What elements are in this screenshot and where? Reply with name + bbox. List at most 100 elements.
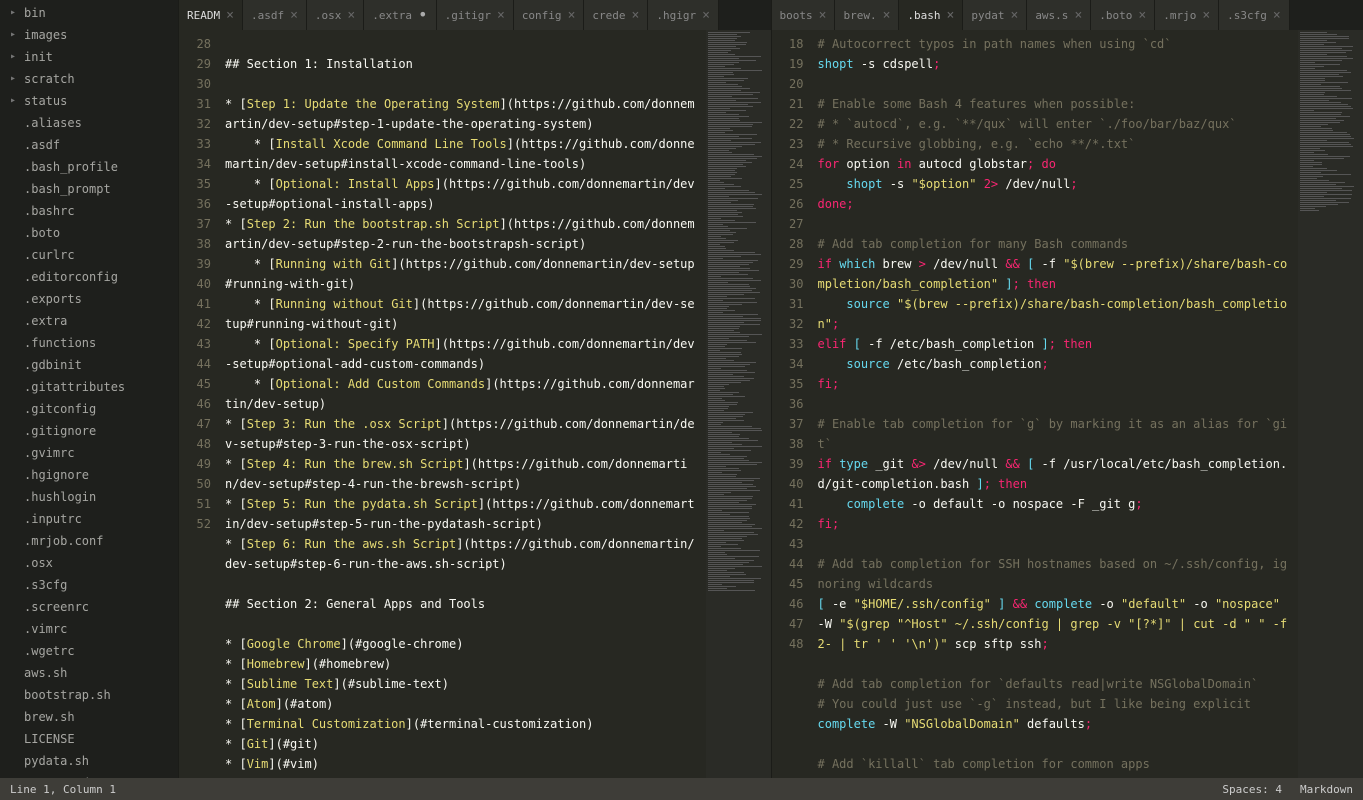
code-line[interactable]: # Enable tab completion for `g` by marki…	[818, 414, 1293, 454]
file-item[interactable]: .gitconfig	[0, 398, 178, 420]
file-item[interactable]: .wgetrc	[0, 640, 178, 662]
code-line[interactable]: # Enable some Bash 4 features when possi…	[818, 94, 1293, 114]
close-icon[interactable]: ×	[883, 8, 891, 23]
file-item[interactable]: .bash_profile	[0, 156, 178, 178]
code-line[interactable]: * [Step 1: Update the Operating System](…	[225, 94, 700, 134]
file-item[interactable]: .boto	[0, 222, 178, 244]
code-line[interactable]: * [Step 4: Run the brew.sh Script](https…	[225, 454, 700, 494]
folder-item[interactable]: status	[0, 90, 178, 112]
code-line[interactable]: complete -o default -o nospace -F _git g…	[818, 494, 1293, 514]
code-line[interactable]: shopt -s cdspell;	[818, 54, 1293, 74]
code-line[interactable]: ## Section 1: Installation	[225, 54, 700, 74]
file-tree-sidebar[interactable]: binimagesinitscratchstatus .aliases.asdf…	[0, 0, 178, 778]
close-icon[interactable]: ×	[290, 8, 298, 23]
file-item[interactable]: .s3cfg	[0, 574, 178, 596]
folder-item[interactable]: scratch	[0, 68, 178, 90]
tab[interactable]: .osx×	[307, 0, 364, 30]
code-line[interactable]: shopt -s "$option" 2> /dev/null;	[818, 174, 1293, 194]
code-line[interactable]	[818, 534, 1293, 554]
code-line[interactable]: * [Optional: Add Custom Commands](https:…	[225, 374, 700, 414]
file-item[interactable]: .vimrc	[0, 618, 178, 640]
code-line[interactable]: # * Recursive globbing, e.g. `echo **/*.…	[818, 134, 1293, 154]
file-item[interactable]: .osx	[0, 552, 178, 574]
code-line[interactable]: source /etc/bash_completion;	[818, 354, 1293, 374]
file-item[interactable]: .hgignore	[0, 464, 178, 486]
tab[interactable]: crede×	[584, 0, 648, 30]
close-icon[interactable]: ×	[632, 8, 640, 23]
code-line[interactable]: * [Terminal Customization](#terminal-cus…	[225, 714, 700, 734]
code-line[interactable]: # Add tab completion for many Bash comma…	[818, 234, 1293, 254]
close-icon[interactable]: ×	[497, 8, 505, 23]
code-line[interactable]: * [Atom](#atom)	[225, 694, 700, 714]
code-line[interactable]: * [Git](#git)	[225, 734, 700, 754]
code-line[interactable]: * [Step 5: Run the pydata.sh Script](htt…	[225, 494, 700, 534]
file-item[interactable]: .curlrc	[0, 244, 178, 266]
code-line[interactable]: * [Step 3: Run the .osx Script](https://…	[225, 414, 700, 454]
code-line[interactable]: if type _git &> /dev/null && [ -f /usr/l…	[818, 454, 1293, 494]
file-item[interactable]: .gitattributes	[0, 376, 178, 398]
code-line[interactable]: * [Step 2: Run the bootstrap.sh Script](…	[225, 214, 700, 254]
file-item[interactable]: .gdbinit	[0, 354, 178, 376]
code-line[interactable]	[818, 214, 1293, 234]
code-line[interactable]	[225, 574, 700, 594]
code-line[interactable]: # You could just use `-g` instead, but I…	[818, 694, 1293, 714]
file-item[interactable]: bootstrap.sh	[0, 684, 178, 706]
code-line[interactable]: * [Google Chrome](#google-chrome)	[225, 634, 700, 654]
code-line[interactable]: * [Running with Git](https://github.com/…	[225, 254, 700, 294]
code-line[interactable]: fi;	[818, 514, 1293, 534]
left-code-area[interactable]: ## Section 1: Installation * [Step 1: Up…	[219, 30, 706, 778]
file-item[interactable]: .extra	[0, 310, 178, 332]
status-syntax[interactable]: Markdown	[1300, 783, 1353, 796]
code-line[interactable]	[225, 614, 700, 634]
close-icon[interactable]: ×	[702, 8, 710, 23]
folder-item[interactable]: images	[0, 24, 178, 46]
code-line[interactable]: ## Section 2: General Apps and Tools	[225, 594, 700, 614]
tab[interactable]: READM×	[179, 0, 243, 30]
file-item[interactable]: .bashrc	[0, 200, 178, 222]
code-line[interactable]: # Add `killall` tab completion for commo…	[818, 754, 1293, 774]
file-item[interactable]: brew.sh	[0, 706, 178, 728]
code-line[interactable]: fi;	[818, 374, 1293, 394]
code-line[interactable]	[818, 734, 1293, 754]
code-line[interactable]: done;	[818, 194, 1293, 214]
tab[interactable]: .bash×	[899, 0, 963, 30]
tab[interactable]: boots×	[772, 0, 836, 30]
file-item[interactable]: .hushlogin	[0, 486, 178, 508]
tab[interactable]: .extra•	[364, 0, 436, 30]
file-item[interactable]: .functions	[0, 332, 178, 354]
file-item[interactable]: .gvimrc	[0, 442, 178, 464]
tab[interactable]: .s3cfg×	[1219, 0, 1290, 30]
folder-item[interactable]: bin	[0, 2, 178, 24]
file-item[interactable]: .bash_prompt	[0, 178, 178, 200]
code-line[interactable]: # Autocorrect typos in path names when u…	[818, 34, 1293, 54]
file-item[interactable]: .mrjob.conf	[0, 530, 178, 552]
tab[interactable]: config×	[514, 0, 585, 30]
close-icon[interactable]: ×	[1273, 8, 1281, 23]
code-line[interactable]: * [Optional: Specify PATH](https://githu…	[225, 334, 700, 374]
tab[interactable]: .asdf×	[243, 0, 307, 30]
close-icon[interactable]: ×	[819, 8, 827, 23]
code-line[interactable]: # * `autocd`, e.g. `**/qux` will enter `…	[818, 114, 1293, 134]
close-icon[interactable]: ×	[568, 8, 576, 23]
right-minimap[interactable]	[1298, 30, 1363, 778]
code-line[interactable]: complete -o "nospace" -W "Contacts Calen…	[818, 774, 1293, 778]
tab[interactable]: .mrjo×	[1155, 0, 1219, 30]
code-line[interactable]: * [Install Xcode Command Line Tools](htt…	[225, 134, 700, 174]
tab[interactable]: .boto×	[1091, 0, 1155, 30]
file-item[interactable]: .gitignore	[0, 420, 178, 442]
close-icon[interactable]: ×	[1074, 8, 1082, 23]
folder-item[interactable]: init	[0, 46, 178, 68]
code-line[interactable]: # Add tab completion for SSH hostnames b…	[818, 554, 1293, 594]
file-item[interactable]: LICENSE	[0, 728, 178, 750]
code-line[interactable]: * [Homebrew](#homebrew)	[225, 654, 700, 674]
code-line[interactable]	[818, 74, 1293, 94]
code-line[interactable]: # Add tab completion for `defaults read|…	[818, 674, 1293, 694]
left-minimap[interactable]	[706, 30, 771, 778]
code-line[interactable]: elif [ -f /etc/bash_completion ]; then	[818, 334, 1293, 354]
file-item[interactable]: aws.sh	[0, 662, 178, 684]
close-icon[interactable]: ×	[1010, 8, 1018, 23]
file-item[interactable]: .editorconfig	[0, 266, 178, 288]
tab[interactable]: .gitigr×	[437, 0, 514, 30]
code-line[interactable]: for option in autocd globstar; do	[818, 154, 1293, 174]
file-item[interactable]: .aliases	[0, 112, 178, 134]
